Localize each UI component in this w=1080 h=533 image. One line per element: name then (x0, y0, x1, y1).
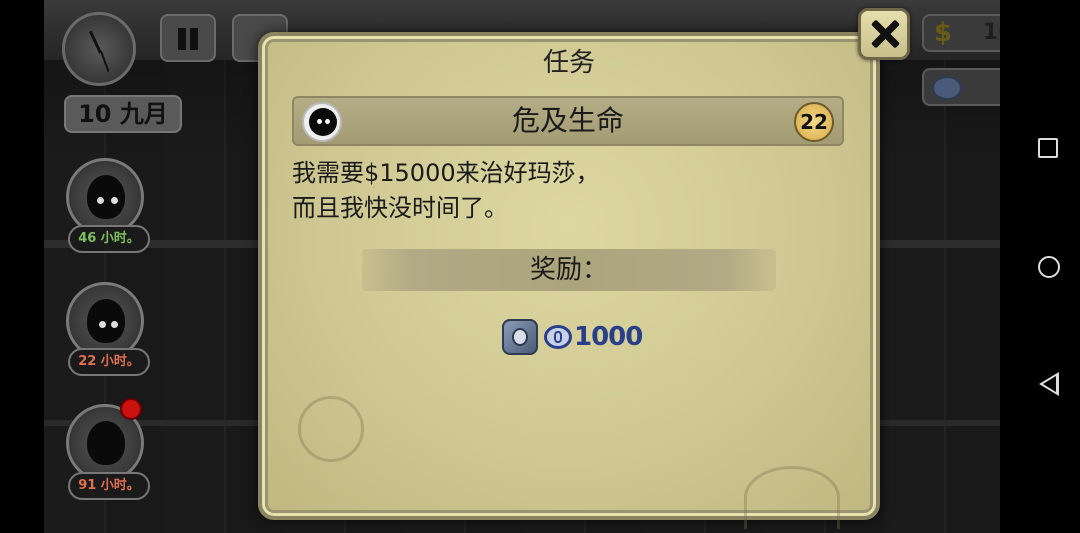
alert-badge (120, 398, 142, 420)
mission-dialog: 任务 危及生命 22 我需要$15000来治好玛莎， 而且我快没时间了。 奖励：… (258, 32, 880, 529)
token-icon (932, 76, 962, 100)
left-screen-edge (0, 0, 44, 533)
date-display: 10 九月 (64, 95, 182, 133)
mission-header: 危及生命 22 (292, 96, 844, 146)
resident-timer: 22 小时。 (68, 348, 150, 376)
description-line: 而且我快没时间了。 (292, 194, 508, 222)
decorative-emblem (744, 466, 840, 529)
description-line: 我需要$15000来治好玛莎， (292, 159, 600, 187)
silhouette-icon (87, 175, 125, 219)
clock-icon (62, 12, 136, 86)
decorative-emblem (298, 396, 364, 462)
resident-timer: 46 小时。 (68, 225, 150, 253)
home-icon[interactable] (1038, 256, 1060, 278)
pause-button[interactable] (160, 14, 216, 62)
recent-apps-icon[interactable] (1038, 138, 1058, 158)
medal-icon (502, 319, 538, 355)
resident-timer: 91 小时。 (68, 472, 150, 500)
dialog-title: 任务 (542, 48, 595, 78)
mission-title: 危及生命 (511, 104, 624, 137)
dollar-icon: $ (934, 18, 953, 48)
reward-label: 奖励： (529, 255, 608, 285)
mission-description: 我需要$15000来治好玛莎， 而且我快没时间了。 (292, 156, 852, 226)
token-icon (544, 325, 572, 349)
level-badge: 22 (794, 102, 834, 142)
close-button[interactable] (858, 8, 910, 60)
reward-amount: 1000 (574, 322, 643, 352)
reward-item: 1000 (502, 319, 682, 355)
clock-minute-hand (100, 50, 110, 73)
silhouette-icon (87, 299, 125, 343)
silhouette-icon (87, 421, 125, 465)
reward-header: 奖励： (362, 249, 776, 291)
back-icon[interactable] (1039, 372, 1059, 396)
